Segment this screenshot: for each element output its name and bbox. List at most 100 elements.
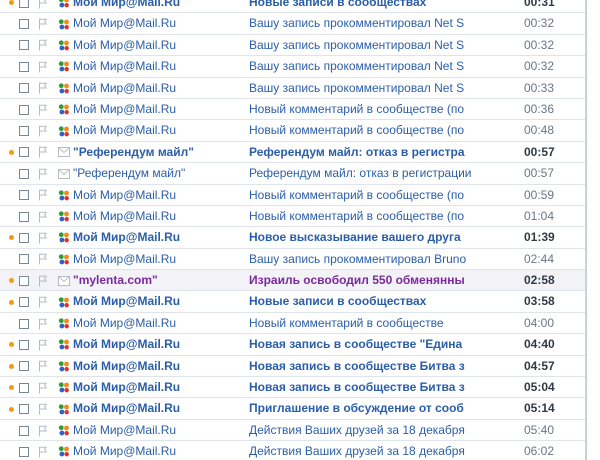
flag-icon[interactable] bbox=[38, 441, 50, 460]
select-checkbox[interactable] bbox=[19, 163, 30, 183]
message-subject[interactable]: Израиль освободил 550 обменянны bbox=[249, 270, 473, 290]
message-subject[interactable]: Референдум майл: отказ в регистрации bbox=[249, 163, 473, 183]
message-subject[interactable]: Новая запись в сообществе Битва з bbox=[249, 377, 473, 397]
message-sender[interactable]: Мой Мир@Mail.Ru bbox=[73, 313, 243, 333]
message-sender[interactable]: "mylenta.com" bbox=[73, 270, 243, 290]
select-checkbox[interactable] bbox=[19, 441, 30, 460]
message-row[interactable]: Мой Мир@Mail.Ru Приглашение в обсуждение… bbox=[0, 398, 600, 420]
message-row[interactable]: Мой Мир@Mail.Ru Новый комментарий в сооб… bbox=[0, 120, 600, 142]
message-row[interactable]: Мой Мир@Mail.Ru Новый комментарий в сооб… bbox=[0, 99, 600, 121]
message-row[interactable]: Мой Мир@Mail.Ru Новые записи в сообществ… bbox=[0, 0, 600, 14]
message-row[interactable]: Мой Мир@Mail.Ru Новый комментарий в сооб… bbox=[0, 185, 600, 206]
message-sender[interactable]: Мой Мир@Mail.Ru bbox=[73, 227, 243, 247]
message-sender[interactable]: Мой Мир@Mail.Ru bbox=[73, 35, 243, 55]
select-checkbox[interactable] bbox=[19, 291, 30, 311]
flag-icon[interactable] bbox=[38, 142, 50, 162]
message-subject[interactable]: Новый комментарий в сообществе (по bbox=[249, 185, 473, 205]
message-sender[interactable]: Мой Мир@Mail.Ru bbox=[73, 99, 243, 119]
flag-icon[interactable] bbox=[38, 334, 50, 354]
flag-icon[interactable] bbox=[38, 35, 50, 55]
flag-icon[interactable] bbox=[38, 227, 50, 247]
message-sender[interactable]: Мой Мир@Mail.Ru bbox=[73, 78, 243, 98]
message-row[interactable]: Мой Мир@Mail.Ru Вашу запись прокомментир… bbox=[0, 13, 600, 35]
flag-icon[interactable] bbox=[38, 120, 50, 140]
select-checkbox[interactable] bbox=[19, 227, 30, 247]
message-row[interactable]: Мой Мир@Mail.Ru Вашу запись прокомментир… bbox=[0, 35, 600, 57]
message-subject[interactable]: Вашу запись прокомментировал Net S bbox=[249, 35, 473, 55]
message-sender[interactable]: Мой Мир@Mail.Ru bbox=[73, 398, 243, 418]
message-subject[interactable]: Вашу запись прокомментировал Bruno bbox=[249, 249, 473, 269]
message-subject[interactable]: Вашу запись прокомментировал Net S bbox=[249, 78, 473, 98]
message-sender[interactable]: "Референдум майл" bbox=[73, 163, 243, 183]
flag-icon[interactable] bbox=[38, 0, 50, 12]
select-checkbox[interactable] bbox=[19, 356, 30, 376]
message-sender[interactable]: Мой Мир@Mail.Ru bbox=[73, 249, 243, 269]
message-sender[interactable]: Мой Мир@Mail.Ru bbox=[73, 206, 243, 226]
message-subject[interactable]: Новый комментарий в сообществе (по bbox=[249, 206, 473, 226]
message-subject[interactable]: Референдум майл: отказ в регистра bbox=[249, 142, 473, 162]
select-checkbox[interactable] bbox=[19, 334, 30, 354]
message-subject[interactable]: Вашу запись прокомментировал Net S bbox=[249, 56, 473, 76]
flag-icon[interactable] bbox=[38, 78, 50, 98]
select-checkbox[interactable] bbox=[19, 313, 30, 333]
flag-icon[interactable] bbox=[38, 356, 50, 376]
message-row[interactable]: Мой Мир@Mail.Ru Действия Ваших друзей за… bbox=[0, 420, 600, 442]
flag-icon[interactable] bbox=[38, 163, 50, 183]
message-subject[interactable]: Новый комментарий в сообществе (по bbox=[249, 120, 473, 140]
message-sender[interactable]: "Референдум майл" bbox=[73, 142, 243, 162]
flag-icon[interactable] bbox=[38, 13, 50, 33]
message-row[interactable]: Мой Мир@Mail.Ru Новый комментарий в сооб… bbox=[0, 313, 600, 335]
select-checkbox[interactable] bbox=[19, 249, 30, 269]
select-checkbox[interactable] bbox=[19, 206, 30, 226]
message-row[interactable]: Мой Мир@Mail.Ru Вашу запись прокомментир… bbox=[0, 249, 600, 271]
message-sender[interactable]: Мой Мир@Mail.Ru bbox=[73, 291, 243, 311]
flag-icon[interactable] bbox=[38, 185, 50, 205]
select-checkbox[interactable] bbox=[19, 420, 30, 440]
flag-icon[interactable] bbox=[38, 206, 50, 226]
message-subject[interactable]: Действия Ваших друзей за 18 декабря bbox=[249, 420, 473, 440]
message-subject[interactable]: Новый комментарий в сообществе (по bbox=[249, 99, 473, 119]
message-row[interactable]: Мой Мир@Mail.Ru Вашу запись прокомментир… bbox=[0, 56, 600, 78]
message-sender[interactable]: Мой Мир@Mail.Ru bbox=[73, 13, 243, 33]
message-row[interactable]: "mylenta.com" Израиль освободил 550 обме… bbox=[0, 270, 600, 292]
flag-icon[interactable] bbox=[38, 56, 50, 76]
flag-icon[interactable] bbox=[38, 398, 50, 418]
message-sender[interactable]: Мой Мир@Mail.Ru bbox=[73, 377, 243, 397]
select-checkbox[interactable] bbox=[19, 120, 30, 140]
message-row[interactable]: "Референдум майл" Референдум майл: отказ… bbox=[0, 142, 600, 164]
select-checkbox[interactable] bbox=[19, 56, 30, 76]
select-checkbox[interactable] bbox=[19, 0, 30, 12]
message-sender[interactable]: Мой Мир@Mail.Ru bbox=[73, 356, 243, 376]
message-sender[interactable]: Мой Мир@Mail.Ru bbox=[73, 56, 243, 76]
vertical-scrollbar[interactable] bbox=[586, 0, 600, 460]
message-sender[interactable]: Мой Мир@Mail.Ru bbox=[73, 420, 243, 440]
message-sender[interactable]: Мой Мир@Mail.Ru bbox=[73, 441, 243, 460]
message-sender[interactable]: Мой Мир@Mail.Ru bbox=[73, 0, 243, 12]
select-checkbox[interactable] bbox=[19, 377, 30, 397]
select-checkbox[interactable] bbox=[19, 35, 30, 55]
flag-icon[interactable] bbox=[38, 313, 50, 333]
message-sender[interactable]: Мой Мир@Mail.Ru bbox=[73, 120, 243, 140]
message-subject[interactable]: Новые записи в сообществах bbox=[249, 291, 473, 311]
message-subject[interactable]: Новая запись в сообществе "Едина bbox=[249, 334, 473, 354]
flag-icon[interactable] bbox=[38, 377, 50, 397]
message-sender[interactable]: Мой Мир@Mail.Ru bbox=[73, 185, 243, 205]
message-row[interactable]: Мой Мир@Mail.Ru Действия Ваших друзей за… bbox=[0, 441, 600, 460]
select-checkbox[interactable] bbox=[19, 78, 30, 98]
message-row[interactable]: Мой Мир@Mail.Ru Новые записи в сообществ… bbox=[0, 291, 600, 313]
message-subject[interactable]: Новые записи в сообществах bbox=[249, 0, 473, 12]
message-sender[interactable]: Мой Мир@Mail.Ru bbox=[73, 334, 243, 354]
flag-icon[interactable] bbox=[38, 249, 50, 269]
select-checkbox[interactable] bbox=[19, 142, 30, 162]
message-subject[interactable]: Новая запись в сообществе Битва з bbox=[249, 356, 473, 376]
select-checkbox[interactable] bbox=[19, 185, 30, 205]
flag-icon[interactable] bbox=[38, 291, 50, 311]
message-subject[interactable]: Действия Ваших друзей за 18 декабря bbox=[249, 441, 473, 460]
select-checkbox[interactable] bbox=[19, 270, 30, 290]
flag-icon[interactable] bbox=[38, 99, 50, 119]
message-subject[interactable]: Вашу запись прокомментировал Net S bbox=[249, 13, 473, 33]
message-row[interactable]: "Референдум майл" Референдум майл: отказ… bbox=[0, 163, 600, 185]
select-checkbox[interactable] bbox=[19, 13, 30, 33]
message-subject[interactable]: Новый комментарий в сообществе bbox=[249, 313, 473, 333]
message-row[interactable]: Мой Мир@Mail.Ru Новая запись в сообществ… bbox=[0, 356, 600, 378]
